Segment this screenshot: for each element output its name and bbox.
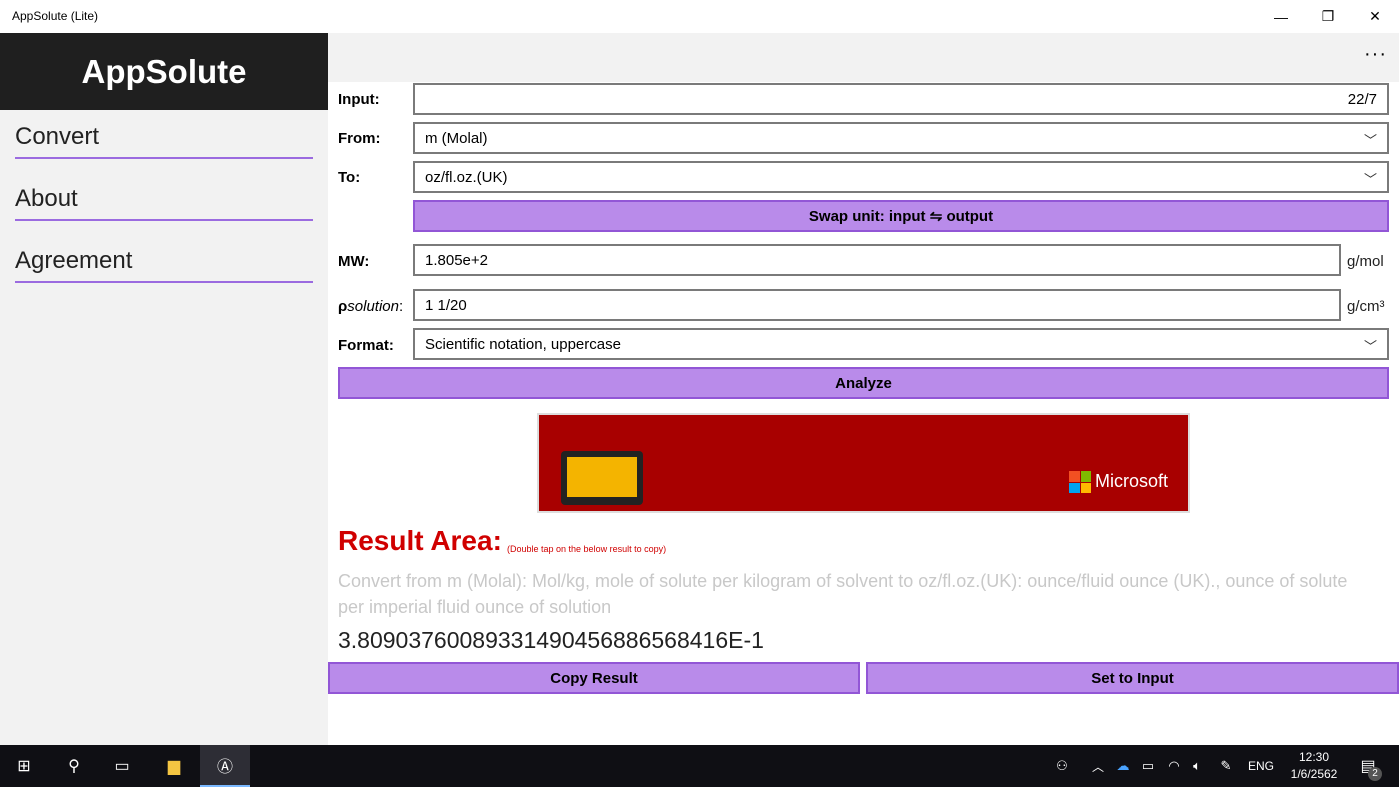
rho-symbol: ρ [338,298,347,315]
rho-colon: : [399,298,403,315]
onedrive-icon[interactable]: ☁ [1112,745,1134,787]
format-value: Scientific notation, uppercase [425,336,621,353]
pen-icon[interactable]: ✎ [1214,745,1238,787]
clock[interactable]: 12:301/6/2562 [1284,749,1344,783]
rho-label: ρsolution: [338,298,403,315]
set-to-input-button[interactable]: Set to Input [866,662,1399,694]
file-explorer-icon[interactable]: ▆ [150,745,198,787]
result-description: Convert from m (Molal): Mol/kg, mole of … [338,568,1378,620]
sidebar-item-convert[interactable]: Convert [15,119,313,159]
app-brand: AppSolute [0,33,328,110]
time: 12:30 [1284,749,1344,766]
minimize-button[interactable]: — [1258,0,1304,33]
density-unit: g/cm³ [1347,298,1385,315]
format-dropdown[interactable]: Scientific notation, uppercase ﹀ [413,328,1389,360]
microsoft-logo-icon [1069,471,1091,493]
from-dropdown[interactable]: m (Molal) ﹀ [413,122,1389,154]
density-field[interactable]: 1 1/20 [413,289,1341,321]
task-view-icon[interactable]: ▭ [98,745,146,787]
chevron-down-icon: ﹀ [1364,169,1377,188]
close-button[interactable]: ✕ [1352,0,1398,33]
to-value: oz/fl.oz.(UK) [425,169,508,186]
search-icon[interactable]: ⚲ [50,745,98,787]
format-label: Format: [338,337,394,354]
analyze-button[interactable]: Analyze [338,367,1389,399]
to-dropdown[interactable]: oz/fl.oz.(UK) ﹀ [413,161,1389,193]
taskbar: ⊞ ⚲ ▭ ▆ Ⓐ ⚇ ︿ ☁ ▭ ◠ 🔈︎ ✎ ENG 12:301/6/25… [0,745,1399,787]
people-icon[interactable]: ⚇ [1050,745,1074,787]
to-label: To: [338,169,360,186]
tablet-image [561,451,643,505]
more-options-button[interactable]: ··· [1364,43,1387,66]
date: 1/6/2562 [1284,766,1344,783]
chevron-up-icon[interactable]: ︿ [1088,745,1108,787]
copy-result-button[interactable]: Copy Result [328,662,860,694]
result-value[interactable]: 3.80903760089331490456886568416E-1 [338,627,764,654]
mw-unit: g/mol [1347,253,1384,270]
ad-brand: Microsoft [1095,471,1168,492]
notification-icon[interactable]: ▤2 [1350,745,1386,787]
from-value: m (Molal) [425,130,488,147]
rho-text: solution [347,298,399,315]
sidebar-item-agreement[interactable]: Agreement [15,243,313,283]
volume-icon[interactable]: 🔈︎ [1186,745,1208,787]
mw-label: MW: [338,253,369,270]
result-hint: (Double tap on the below result to copy) [507,544,666,554]
sidebar-item-about[interactable]: About [15,181,313,221]
language-indicator[interactable]: ENG [1244,745,1278,787]
chevron-down-icon: ﹀ [1364,336,1377,355]
appsolute-taskbar-icon[interactable]: Ⓐ [200,745,250,787]
chevron-down-icon: ﹀ [1364,130,1377,149]
sidebar: AppSolute Convert About Agreement [0,33,328,745]
input-field[interactable]: 22/7 [413,83,1389,115]
windows-start-icon[interactable]: ⊞ [0,745,48,787]
from-label: From: [338,130,381,147]
window-title: AppSolute (Lite) [12,9,98,23]
advertisement-banner[interactable]: Microsoft [537,413,1190,513]
result-title: Result Area: [338,525,502,557]
maximize-button[interactable]: ❐ [1305,0,1351,33]
title-bar: AppSolute (Lite) — ❐ ✕ [0,0,1399,33]
input-label: Input: [338,91,380,108]
command-bar: ··· [328,33,1399,82]
wifi-icon[interactable]: ◠ [1163,745,1185,787]
battery-icon[interactable]: ▭ [1137,745,1159,787]
swap-unit-button[interactable]: Swap unit: input ⇋ output [413,200,1389,232]
notification-count: 2 [1368,767,1382,781]
mw-field[interactable]: 1.805e+2 [413,244,1341,276]
